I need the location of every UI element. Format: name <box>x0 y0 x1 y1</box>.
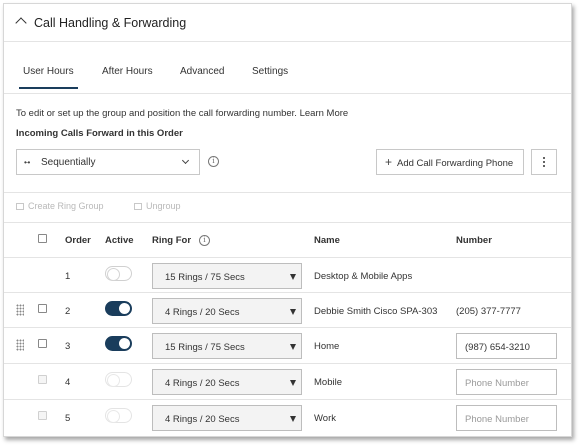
active-toggle[interactable] <box>105 372 132 387</box>
ring-for-select[interactable]: 15 Rings / 75 Secs <box>152 263 302 289</box>
phone-number-input[interactable]: (987) 654-3210 <box>456 333 557 359</box>
row-checkbox[interactable] <box>38 375 47 384</box>
more-options-button[interactable] <box>531 149 557 175</box>
drag-handle-icon[interactable] <box>16 304 24 316</box>
ring-for-value: 4 Rings / 20 Secs <box>165 307 240 318</box>
ungroup-button[interactable]: Ungroup <box>134 201 181 211</box>
drag-handle-icon[interactable] <box>16 339 24 351</box>
row-order: 5 <box>65 413 71 424</box>
ring-for-select[interactable]: 15 Rings / 75 Secs <box>152 333 302 359</box>
call-handling-panel: Call Handling & Forwarding User Hours Af… <box>3 3 572 437</box>
table-header-row: Order Active Ring For i Name Number <box>4 222 571 258</box>
learn-more-link[interactable]: Learn More <box>300 108 349 119</box>
row-name: Mobile <box>314 377 342 388</box>
panel-title: Call Handling & Forwarding <box>34 16 187 30</box>
tab-settings[interactable]: Settings <box>252 66 288 77</box>
row-order: 2 <box>65 306 71 317</box>
panel-header[interactable]: Call Handling & Forwarding <box>4 4 571 42</box>
ungroup-label: Ungroup <box>146 201 181 211</box>
triangle-down-icon <box>290 274 296 280</box>
select-all-checkbox[interactable] <box>38 234 47 243</box>
active-toggle[interactable] <box>105 266 132 281</box>
phone-number-input[interactable]: Phone Number <box>456 405 557 431</box>
tab-advanced[interactable]: Advanced <box>180 66 224 77</box>
forward-order-select[interactable]: •·• Sequentially <box>16 149 200 175</box>
row-checkbox[interactable] <box>38 304 47 313</box>
triangle-down-icon <box>290 309 296 315</box>
table-row: 3 15 Rings / 75 Secs Home (987) 654-3210 <box>4 327 571 363</box>
row-number: (205) 377-7777 <box>456 306 521 317</box>
info-icon[interactable]: i <box>208 156 219 167</box>
ring-for-select[interactable]: 4 Rings / 20 Secs <box>152 369 302 395</box>
ungroup-icon <box>134 203 142 210</box>
info-icon[interactable]: i <box>199 235 210 246</box>
create-ring-group-label: Create Ring Group <box>28 201 104 211</box>
divider <box>4 192 571 193</box>
section-label: Incoming Calls Forward in this Order <box>16 128 183 139</box>
ring-for-value: 4 Rings / 20 Secs <box>165 414 240 425</box>
active-toggle[interactable] <box>105 336 132 351</box>
ring-for-value: 4 Rings / 20 Secs <box>165 378 240 389</box>
triangle-down-icon <box>290 416 296 422</box>
row-checkbox[interactable] <box>38 411 47 420</box>
row-name: Debbie Smith Cisco SPA-303 <box>314 306 438 317</box>
table-row: 2 4 Rings / 20 Secs Debbie Smith Cisco S… <box>4 292 571 328</box>
row-order: 4 <box>65 377 71 388</box>
vertical-dots-icon <box>543 157 545 159</box>
column-order: Order <box>65 235 91 246</box>
tab-user-hours[interactable]: User Hours <box>19 66 78 89</box>
chevron-down-icon <box>181 156 190 165</box>
row-checkbox[interactable] <box>38 339 47 348</box>
column-ring-for: Ring For <box>152 235 192 246</box>
help-text-line: To edit or set up the group and position… <box>16 108 348 119</box>
column-name: Name <box>314 235 340 246</box>
active-toggle[interactable] <box>105 301 132 316</box>
table-row: 5 4 Rings / 20 Secs Work Phone Number <box>4 399 571 435</box>
row-name: Home <box>314 341 340 352</box>
triangle-down-icon <box>290 380 296 386</box>
phone-number-input[interactable]: Phone Number <box>456 369 557 395</box>
chevron-up-icon[interactable] <box>15 17 27 29</box>
tab-bar: User Hours After Hours Advanced Settings <box>4 42 571 94</box>
group-icon <box>16 203 24 210</box>
ring-for-value: 15 Rings / 75 Secs <box>165 272 245 283</box>
column-number: Number <box>456 235 492 246</box>
ring-for-select[interactable]: 4 Rings / 20 Secs <box>152 405 302 431</box>
triangle-down-icon <box>290 344 296 350</box>
row-order: 1 <box>65 271 71 282</box>
add-call-forwarding-phone-button[interactable]: + Add Call Forwarding Phone <box>376 149 524 175</box>
add-button-label: Add Call Forwarding Phone <box>397 158 514 169</box>
column-active: Active <box>105 235 134 246</box>
table-row: 1 15 Rings / 75 Secs Desktop & Mobile Ap… <box>4 257 571 293</box>
row-name: Work <box>314 413 336 424</box>
help-text: To edit or set up the group and position… <box>16 108 297 119</box>
ring-for-select[interactable]: 4 Rings / 20 Secs <box>152 298 302 324</box>
tab-after-hours[interactable]: After Hours <box>102 66 153 77</box>
row-order: 3 <box>65 341 71 352</box>
plus-icon: + <box>385 155 393 169</box>
forward-order-value: Sequentially <box>41 157 96 168</box>
ring-for-value: 15 Rings / 75 Secs <box>165 342 245 353</box>
active-toggle[interactable] <box>105 408 132 423</box>
table-row: 4 4 Rings / 20 Secs Mobile Phone Number <box>4 363 571 399</box>
create-ring-group-button[interactable]: Create Ring Group <box>16 201 104 211</box>
sequential-icon: •·• <box>24 158 30 167</box>
row-name: Desktop & Mobile Apps <box>314 271 413 282</box>
